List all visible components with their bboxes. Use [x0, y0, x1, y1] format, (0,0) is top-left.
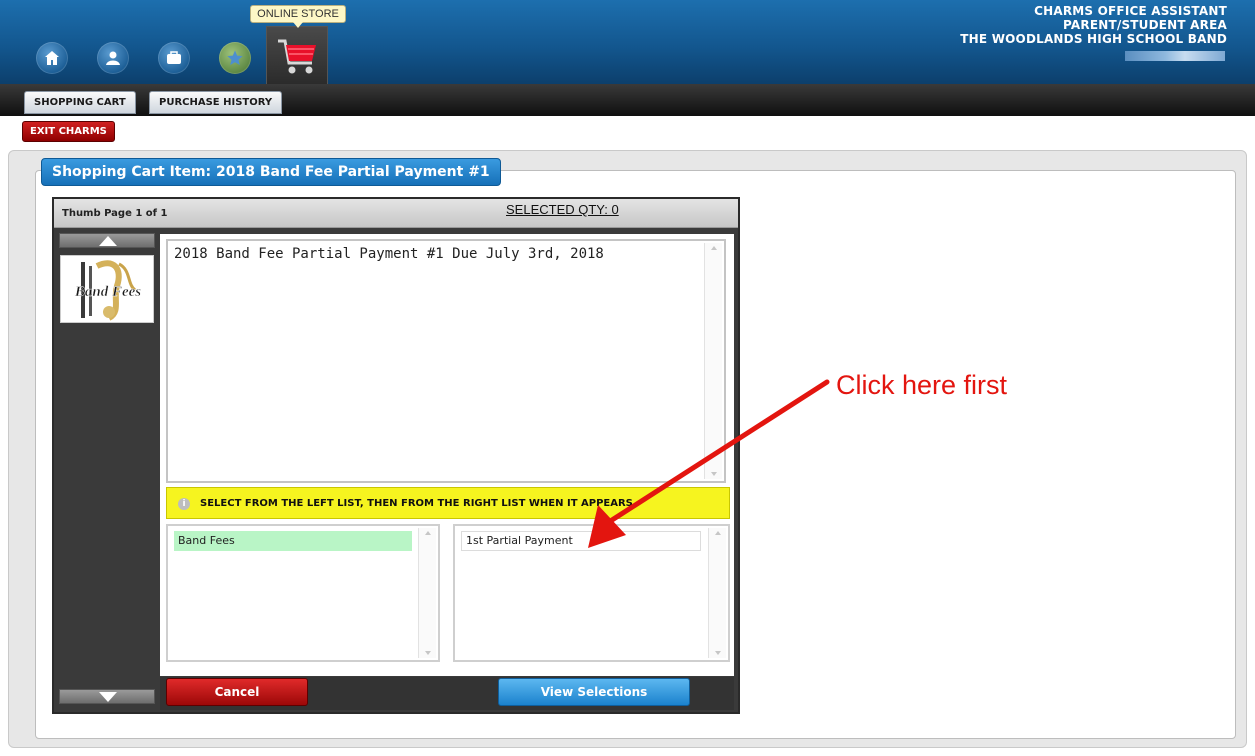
description-scrollbar[interactable] [704, 243, 722, 479]
triangle-up-icon [99, 236, 117, 246]
app-header: ONLINE STORE CHARMS OFFICE ASSISTANT PAR… [0, 0, 1255, 84]
brand-text: CHARMS OFFICE ASSISTANT PARENT/STUDENT A… [960, 4, 1227, 46]
star-icon [227, 50, 243, 65]
thumb-page-label: Thumb Page 1 of 1 [62, 208, 168, 219]
info-icon: i [178, 498, 190, 510]
band-fees-thumbnail[interactable]: Band Fees [60, 255, 154, 323]
svg-text:Band Fees: Band Fees [74, 284, 141, 300]
profile-button[interactable] [97, 42, 129, 74]
thumbnail-column: Band Fees [56, 230, 155, 710]
band-fees-image: Band Fees [61, 256, 153, 322]
item-description: 2018 Band Fee Partial Payment #1 Due Jul… [174, 246, 604, 262]
instruction-banner: i SELECT FROM THE LEFT LIST, THEN FROM T… [166, 487, 730, 519]
triangle-down-icon [99, 692, 117, 702]
scroll-up-icon [715, 531, 721, 535]
sub-toolbar: EXIT CHARMS [0, 116, 1255, 150]
tab-purchase-history[interactable]: PURCHASE HISTORY [149, 91, 283, 114]
briefcase-icon [167, 51, 181, 64]
dialog-footer: Cancel View Selections [160, 677, 734, 710]
brand-line-app: CHARMS OFFICE ASSISTANT [1034, 4, 1227, 18]
profile-icon [106, 51, 120, 65]
page-title: Shopping Cart Item: 2018 Band Fee Partia… [41, 158, 501, 186]
online-store-button[interactable] [266, 26, 328, 84]
cancel-button[interactable]: Cancel [166, 678, 308, 706]
scroll-down-icon [715, 651, 721, 655]
scroll-up-icon [711, 246, 717, 250]
list-item-1st-partial-payment[interactable]: 1st Partial Payment [461, 531, 701, 551]
toolbar: SHOPPING CART PURCHASE HISTORY [0, 84, 1255, 116]
home-button[interactable] [36, 42, 68, 74]
option-list-scrollbar[interactable] [708, 528, 726, 658]
tab-shopping-cart[interactable]: SHOPPING CART [24, 91, 136, 114]
category-list-scrollbar[interactable] [418, 528, 436, 658]
finance-button[interactable] [158, 42, 190, 74]
description-box[interactable]: 2018 Band Fee Partial Payment #1 Due Jul… [166, 239, 726, 483]
store-tooltip: ONLINE STORE [250, 5, 346, 28]
brand-line-area: PARENT/STUDENT AREA [1063, 18, 1227, 32]
option-list: 1st Partial Payment [453, 524, 730, 662]
view-selections-button[interactable]: View Selections [498, 678, 690, 706]
item-dialog: Thumb Page 1 of 1 SELECTED QTY: 0 Band F… [52, 197, 740, 714]
scroll-down-icon [711, 472, 717, 476]
brand-decoration-bar [1125, 51, 1225, 61]
thumb-scroll-down-button[interactable] [59, 689, 155, 704]
home-icon [45, 51, 59, 65]
category-list: Band Fees [166, 524, 440, 662]
favorites-button[interactable] [219, 42, 251, 74]
annotation-callout: Click here first [836, 370, 1008, 400]
list-item-band-fees[interactable]: Band Fees [174, 531, 412, 551]
exit-charms-button[interactable]: EXIT CHARMS [22, 121, 115, 142]
item-detail-panel: 2018 Band Fee Partial Payment #1 Due Jul… [160, 234, 734, 676]
scroll-up-icon [425, 531, 431, 535]
instruction-text: SELECT FROM THE LEFT LIST, THEN FROM THE… [200, 498, 637, 509]
shopping-cart-icon [278, 39, 316, 74]
scroll-down-icon [425, 651, 431, 655]
thumb-scroll-up-button[interactable] [59, 233, 155, 248]
brand-line-school: THE WOODLANDS HIGH SCHOOL BAND [960, 32, 1227, 46]
selected-qty-label: SELECTED QTY: 0 [506, 202, 619, 217]
dialog-header: Thumb Page 1 of 1 SELECTED QTY: 0 [54, 199, 738, 228]
